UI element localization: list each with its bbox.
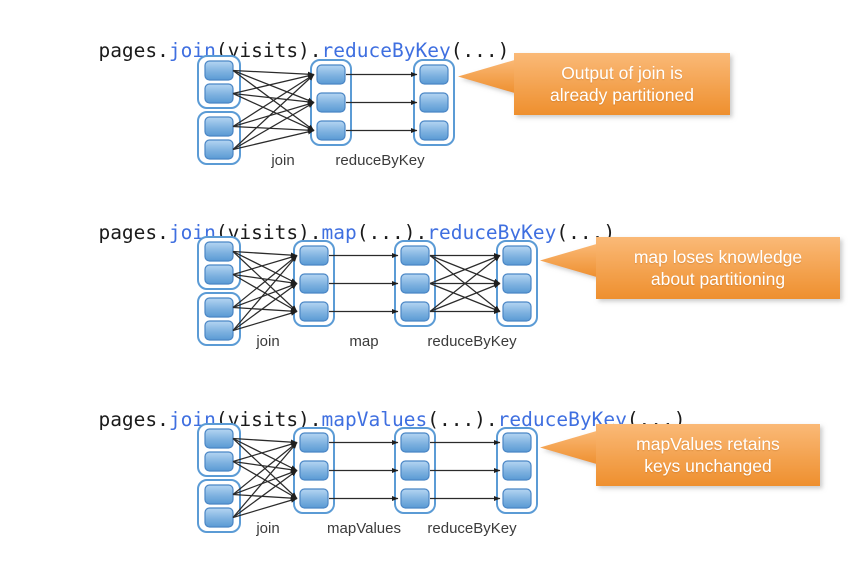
stage-label-reducebykey-2: reduceByKey — [427, 333, 517, 350]
stage-label-reducebykey-3: reduceByKey — [427, 520, 517, 537]
callout-2: map loses knowledge about partitioning — [540, 236, 840, 299]
stage-label-join-1: join — [271, 152, 295, 169]
stage-label-join-2: join — [256, 333, 280, 350]
callout-text-1: Output of join is already partitioned — [550, 63, 694, 105]
stage-label-map-2: map — [349, 333, 379, 350]
stage-label-join-3: join — [256, 520, 280, 537]
callout-text-2: map loses knowledge about partitioning — [633, 247, 803, 289]
slide-root: pages.join(visits).reduceByKey(...) join… — [0, 0, 854, 562]
callout-text-3: mapValues retains keys unchanged — [636, 434, 780, 476]
stage-label-reducebykey-1: reduceByKey — [335, 152, 425, 169]
callout-3: mapValues retains keys unchanged — [540, 423, 820, 486]
callout-1: Output of join is already partitioned — [458, 52, 730, 115]
stage-label-mapvalues-3: mapValues — [327, 520, 401, 537]
